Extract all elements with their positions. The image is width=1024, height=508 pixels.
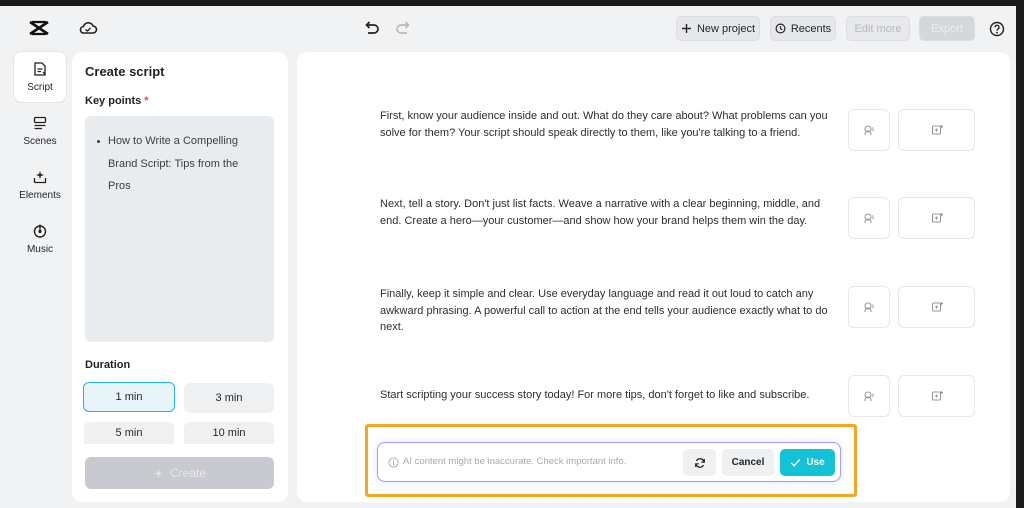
elements-icon: [33, 171, 47, 184]
use-label: Use: [806, 457, 825, 468]
rail-item-script[interactable]: Script: [14, 52, 66, 102]
add-media-icon: [931, 302, 943, 312]
script-paragraph[interactable]: Start scripting your success story today…: [380, 387, 850, 404]
export-button[interactable]: Export: [919, 16, 975, 41]
key-points-input[interactable]: How to Write a Compelling Brand Script: …: [85, 116, 274, 342]
left-rail: Script Scenes Elements Music: [0, 50, 80, 508]
clock-icon: [775, 23, 786, 34]
duration-label: Duration: [85, 359, 131, 371]
export-label: Export: [931, 22, 963, 35]
add-media-button[interactable]: [898, 197, 975, 239]
new-project-label: New project: [696, 22, 756, 35]
add-media-button[interactable]: [898, 375, 975, 417]
cloud-sync-icon[interactable]: [78, 18, 98, 38]
script-paragraph[interactable]: First, know your audience inside and out…: [380, 108, 842, 141]
add-media-button[interactable]: [898, 109, 975, 151]
voice-icon: [864, 125, 874, 135]
window-right-edge: [1016, 6, 1024, 508]
voice-icon: [864, 302, 874, 312]
capcut-logo-icon[interactable]: [28, 18, 50, 38]
create-script-panel: Create script Key points * How to Write …: [72, 52, 288, 502]
bullet-dot: [97, 140, 100, 143]
add-media-icon: [931, 213, 943, 223]
rail-item-music[interactable]: Music: [14, 214, 66, 264]
use-button[interactable]: Use: [780, 449, 835, 476]
voice-icon: [864, 391, 874, 401]
top-bar: New project Recents Edit more Export: [0, 6, 1024, 50]
recents-button[interactable]: Recents: [770, 16, 836, 41]
add-media-icon: [931, 125, 943, 135]
duration-option-10min[interactable]: 10 min: [184, 422, 274, 444]
undo-icon[interactable]: [362, 19, 380, 37]
music-icon: [33, 224, 47, 238]
new-project-button[interactable]: New project: [676, 16, 760, 41]
voiceover-button[interactable]: [848, 109, 890, 151]
rail-item-label: Scenes: [23, 136, 57, 147]
rail-item-label: Script: [27, 82, 53, 93]
scenes-icon: [33, 116, 47, 130]
create-label: Create: [169, 466, 207, 480]
script-paragraph[interactable]: Next, tell a story. Don't just list fact…: [380, 196, 842, 229]
cancel-button[interactable]: Cancel: [722, 449, 774, 476]
check-icon: [791, 459, 801, 467]
ai-disclaimer: AI content might be inaccurate. Check im…: [403, 456, 627, 467]
sparkle-icon: [153, 468, 164, 478]
add-media-icon: [931, 391, 943, 401]
recents-label: Recents: [790, 22, 832, 35]
help-icon[interactable]: [989, 21, 1005, 37]
key-point-text: How to Write a Compelling Brand Script: …: [108, 135, 239, 192]
duration-option-5min[interactable]: 5 min: [84, 422, 174, 444]
script-paragraph[interactable]: Finally, keep it simple and clear. Use e…: [380, 286, 842, 336]
rail-item-elements[interactable]: Elements: [14, 160, 66, 210]
regenerate-button[interactable]: [683, 449, 716, 476]
duration-option-3min[interactable]: 3 min: [184, 383, 274, 413]
rail-item-label: Elements: [19, 190, 61, 201]
panel-title: Create script: [85, 64, 165, 79]
voiceover-button[interactable]: [848, 375, 890, 417]
add-media-button[interactable]: [898, 286, 975, 328]
key-points-label: Key points *: [85, 95, 149, 107]
key-points-label-text: Key points: [85, 95, 142, 107]
info-icon: [388, 457, 399, 468]
voiceover-button[interactable]: [848, 286, 890, 328]
voice-icon: [864, 213, 874, 223]
voiceover-button[interactable]: [848, 197, 890, 239]
rail-item-scenes[interactable]: Scenes: [14, 106, 66, 156]
redo-icon[interactable]: [395, 19, 413, 37]
ai-action-bar: AI content might be inaccurate. Check im…: [377, 442, 841, 482]
rail-item-label: Music: [26, 244, 54, 255]
refresh-icon: [694, 457, 705, 468]
edit-more-label: Edit more: [854, 22, 902, 35]
key-point-item: How to Write a Compelling Brand Script: …: [97, 130, 262, 198]
duration-option-1min[interactable]: 1 min: [83, 382, 175, 412]
script-icon: [34, 62, 46, 76]
required-mark: *: [144, 95, 149, 107]
create-button[interactable]: Create: [85, 457, 274, 489]
edit-more-button[interactable]: Edit more: [846, 16, 910, 41]
plus-icon: [681, 24, 691, 33]
